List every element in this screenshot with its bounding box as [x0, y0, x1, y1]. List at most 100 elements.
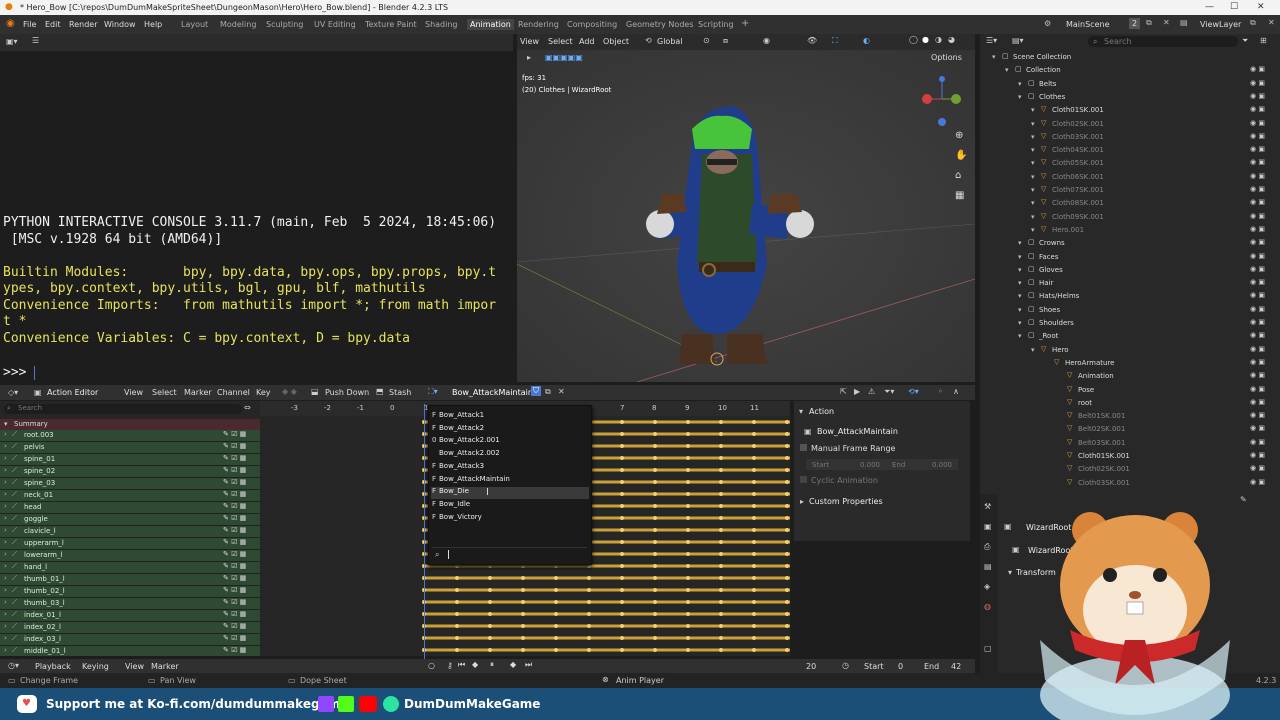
expand-icon[interactable]: ▾	[1005, 66, 1009, 74]
grid-view-icon[interactable]: ▦	[955, 190, 964, 201]
tab-uv-editing[interactable]: UV Editing	[314, 20, 356, 29]
expand-icon[interactable]: ▾	[1018, 319, 1022, 327]
options-dropdown[interactable]: Options	[931, 53, 962, 62]
outliner-row[interactable]: ▽ Cloth03SK.001 ◉ ▣	[980, 477, 1280, 490]
visibility-eye-icon[interactable]: ◉ ▣	[1250, 438, 1265, 446]
record-icon[interactable]: ○	[428, 661, 435, 670]
close-icon[interactable]: ✕	[1257, 2, 1265, 12]
outliner-row[interactable]: ▽ Pose ◉ ▣	[980, 384, 1280, 397]
channel-row[interactable]: › ⟋ root.003 ✎ ☑ ▦	[0, 430, 260, 442]
channel-toggle-icons[interactable]: ✎ ☑ ▦	[223, 538, 246, 546]
falloff-icon[interactable]: ∧	[953, 387, 959, 396]
viewport-menu-object[interactable]: Object	[603, 37, 629, 46]
channel-expand-icon[interactable]: ›	[4, 634, 7, 642]
custom-properties-expand-icon[interactable]: ▸	[800, 497, 804, 506]
outliner-row[interactable]: ▾ ▽ Cloth08SK.001 ◉ ▣	[980, 197, 1280, 210]
channel-toggle-icons[interactable]: ✎ ☑ ▦	[223, 490, 246, 498]
channel-toggle-icons[interactable]: ✎ ☑ ▦	[223, 502, 246, 510]
console-prompt[interactable]: >>>	[3, 365, 34, 380]
menu-edit[interactable]: Edit	[45, 20, 61, 29]
channel-row[interactable]: › ⟋ thumb_01_l ✎ ☑ ▦	[0, 574, 260, 586]
expand-icon[interactable]: ▾	[992, 53, 996, 61]
tab-scripting[interactable]: Scripting	[698, 20, 734, 29]
channel-row[interactable]: › ⟋ thumb_03_l ✎ ☑ ▦	[0, 598, 260, 610]
visibility-eye-icon[interactable]: ◉ ▣	[1250, 145, 1265, 153]
visibility-eye-icon[interactable]: ◉ ▣	[1250, 305, 1265, 313]
channel-row[interactable]: › ⟋ thumb_02_l ✎ ☑ ▦	[0, 586, 260, 598]
channel-toggle-icons[interactable]: ✎ ☑ ▦	[223, 610, 246, 618]
python-console[interactable]	[0, 34, 513, 382]
channel-expand-icon[interactable]: ›	[4, 562, 7, 570]
fake-user-shield-icon[interactable]: ⛉	[531, 386, 541, 396]
channel-toggle-icons[interactable]: ✎ ☑ ▦	[223, 478, 246, 486]
editor-type-icon[interactable]: ▣▾	[6, 37, 18, 46]
expand-icon[interactable]: ▾	[1018, 253, 1022, 261]
next-key-icon[interactable]: ◆	[510, 660, 516, 669]
outliner-row[interactable]: ▾ ▢ Shoes ◉ ▣	[980, 304, 1280, 317]
menu-render[interactable]: Render	[69, 20, 97, 29]
visibility-eye-icon[interactable]: ◉ ▣	[1250, 158, 1265, 166]
show-hidden-icon[interactable]: ▶	[854, 387, 860, 396]
tab-sculpting[interactable]: Sculpting	[266, 20, 303, 29]
visibility-eye-icon[interactable]: ◉ ▣	[1250, 424, 1265, 432]
channel-expand-icon[interactable]: ›	[4, 622, 7, 630]
gizmo-toggle-icon[interactable]: ⛶	[832, 36, 838, 46]
outliner-row[interactable]: ▽ Cloth01SK.001 ◉ ▣	[980, 450, 1280, 463]
outliner-row[interactable]: ▾ ▽ Hero ◉ ▣	[980, 344, 1280, 357]
outliner-row[interactable]: ▽ root ◉ ▣	[980, 397, 1280, 410]
tab-animation[interactable]: Animation	[467, 19, 514, 30]
tab-layout[interactable]: Layout	[181, 20, 208, 29]
timeline-menu-marker[interactable]: Marker	[151, 662, 179, 671]
channel-expand-icon[interactable]: ›	[4, 598, 7, 606]
tool-icon[interactable]: ▸	[527, 53, 531, 62]
timeline-menu-playback[interactable]: Playback	[35, 662, 71, 671]
filter-only-selected-icon[interactable]: ⇱	[840, 387, 847, 396]
visibility-eye-icon[interactable]: ◉ ▣	[1250, 318, 1265, 326]
visibility-eye-icon[interactable]: ◉ ▣	[1250, 132, 1265, 140]
visibility-eye-icon[interactable]: ◉ ▣	[1250, 198, 1265, 206]
dropdown-item[interactable]: F Bow_Die	[429, 485, 587, 497]
timeline-menu-keying[interactable]: Keying	[82, 662, 109, 671]
cancel-job-icon[interactable]: ⊗	[602, 675, 609, 684]
channel-toggle-icons[interactable]: ✎ ☑ ▦	[223, 442, 246, 450]
channel-row[interactable]: › ⟋ index_02_l ✎ ☑ ▦	[0, 622, 260, 634]
visibility-eye-icon[interactable]: ◉ ▣	[1250, 185, 1265, 193]
outliner-row[interactable]: ▾ ▽ Cloth04SK.001 ◉ ▣	[980, 144, 1280, 157]
channel-row[interactable]: › ⟋ spine_02 ✎ ☑ ▦	[0, 466, 260, 478]
hamburger-menu-icon[interactable]: ☰	[32, 36, 39, 45]
summary-expand-icon[interactable]: ▾	[4, 420, 8, 428]
start-frame-value[interactable]: 0	[898, 662, 903, 671]
channel-expand-icon[interactable]: ›	[4, 610, 7, 618]
frame-start-field[interactable]: Start 0.000	[806, 459, 886, 470]
action-browse-icon[interactable]: ⛶▾	[428, 387, 438, 397]
stash-button[interactable]: Stash	[389, 388, 411, 397]
outliner-row[interactable]: ▾ ▽ Cloth02SK.001 ◉ ▣	[980, 118, 1280, 131]
outliner-row[interactable]: ▾ ▢ Faces ◉ ▣	[980, 251, 1280, 264]
outliner-row[interactable]: ▾ ▽ Cloth07SK.001 ◉ ▣	[980, 184, 1280, 197]
expand-icon[interactable]: ▾	[1031, 133, 1035, 141]
visibility-eye-icon[interactable]: ◉ ▣	[1250, 345, 1265, 353]
tab-geometry-nodes[interactable]: Geometry Nodes	[626, 20, 693, 29]
outliner-row[interactable]: ▾ ▽ Cloth06SK.001 ◉ ▣	[980, 171, 1280, 184]
viewport-menu-view[interactable]: View	[520, 37, 539, 46]
expand-icon[interactable]: ▾	[1018, 239, 1022, 247]
dropdown-item[interactable]: F Bow_Attack3	[429, 460, 587, 472]
3d-viewport[interactable]: fps: 31 (20) Clothes | WizardRoot ⊕ ✋ ⌂ …	[517, 34, 975, 382]
delete-scene-icon[interactable]: ✕	[1163, 18, 1170, 27]
channel-row[interactable]: › ⟋ pelvis ✎ ☑ ▦	[0, 442, 260, 454]
channel-expand-icon[interactable]: ›	[4, 454, 7, 462]
solid-shading-icon[interactable]: ●	[922, 35, 929, 44]
dropdown-item[interactable]: F Bow_Idle	[429, 498, 587, 510]
ae-menu-channel[interactable]: Channel	[217, 388, 250, 397]
outliner-row[interactable]: ▾ ▽ Cloth09SK.001 ◉ ▣	[980, 211, 1280, 224]
render-tab-icon[interactable]: ▣	[984, 522, 992, 531]
add-workspace-button[interactable]: +	[741, 18, 749, 29]
visibility-eye-icon[interactable]: ◉ ▣	[1250, 371, 1265, 379]
tab-compositing[interactable]: Compositing	[567, 20, 617, 29]
channel-expand-icon[interactable]: ›	[4, 430, 7, 438]
pan-hand-icon[interactable]: ✋	[955, 150, 967, 161]
expand-icon[interactable]: ▾	[1018, 266, 1022, 274]
channel-toggle-icons[interactable]: ✎ ☑ ▦	[223, 586, 246, 594]
custom-properties-header[interactable]: Custom Properties	[809, 497, 883, 506]
jump-end-icon[interactable]: ⏭	[525, 660, 532, 670]
